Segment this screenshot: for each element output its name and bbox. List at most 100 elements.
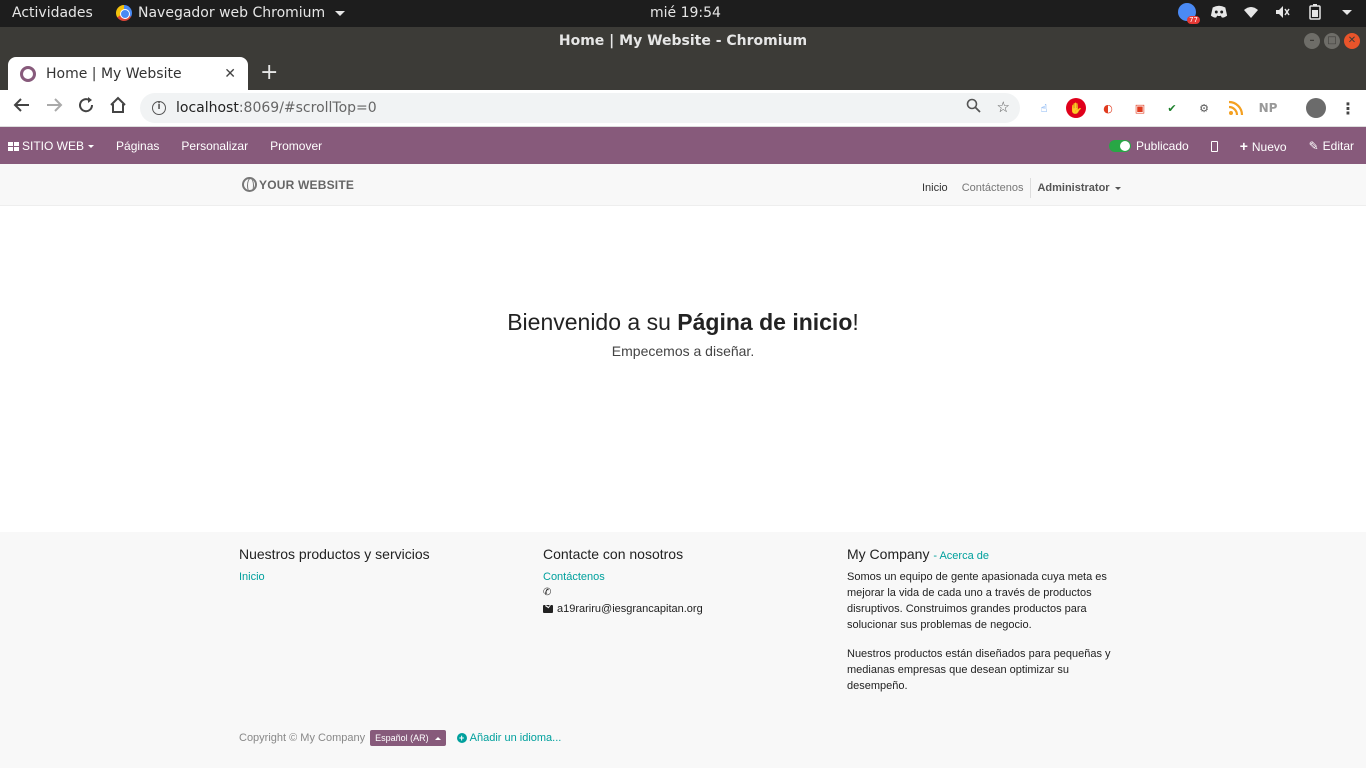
- nav-divider: [1030, 178, 1032, 198]
- edit-button[interactable]: ✎ Editar: [1309, 139, 1354, 153]
- volume-icon[interactable]: [1274, 3, 1292, 21]
- footer-company-title: My Company - Acerca de: [847, 546, 1127, 562]
- publish-toggle[interactable]: Publicado: [1108, 138, 1189, 153]
- system-tray: 77: [1178, 3, 1352, 24]
- app-menu-label: Navegador web Chromium: [138, 5, 326, 21]
- menu-kebab-icon[interactable]: ⋮: [1338, 98, 1358, 118]
- chevron-down-icon[interactable]: [1342, 9, 1352, 15]
- hero-title-post: !: [852, 309, 859, 335]
- activities-button[interactable]: Actividades: [12, 5, 93, 21]
- website-apps-menu[interactable]: SITIO WEB: [8, 139, 95, 153]
- footer-email: a19rariru@iesgrancapitan.org: [543, 601, 823, 617]
- zoom-icon[interactable]: [966, 98, 981, 117]
- mobile-preview-button[interactable]: [1210, 139, 1218, 153]
- footer-link-inicio[interactable]: Inicio: [239, 569, 519, 585]
- about-link[interactable]: - Acerca de: [933, 550, 989, 562]
- envelope-icon: [543, 605, 553, 613]
- plus-icon: +: [1239, 137, 1248, 154]
- clock[interactable]: mié 19:54: [650, 5, 721, 21]
- home-icon[interactable]: [106, 96, 130, 120]
- caret-down-icon: [1114, 186, 1121, 190]
- pencil-icon: ✎: [1308, 138, 1319, 153]
- odoo-favicon-icon: [20, 65, 36, 82]
- np-extension-icon[interactable]: NP: [1258, 98, 1278, 118]
- tab-title: Home | My Website: [46, 65, 182, 82]
- language-selector[interactable]: Español (AR): [370, 730, 446, 746]
- mobile-icon: [1210, 140, 1218, 152]
- promote-menu[interactable]: Promover: [270, 139, 322, 153]
- hero-title-pre: Bienvenido a su: [507, 309, 678, 335]
- nav-item-inicio[interactable]: Inicio: [922, 182, 948, 194]
- language-label: Español (AR): [375, 733, 429, 743]
- close-icon[interactable]: ✕: [1344, 33, 1360, 49]
- battery-icon[interactable]: [1306, 3, 1324, 21]
- toolbar-spacer: [1290, 98, 1294, 118]
- reload-icon[interactable]: [74, 96, 98, 120]
- add-language-label: Añadir un idioma...: [469, 732, 562, 744]
- footer-col-products: Nuestros productos y servicios Inicio: [239, 546, 519, 585]
- company-name: My Company: [847, 546, 930, 562]
- site-logo[interactable]: YOUR WEBSITE: [242, 177, 354, 192]
- company-products-description: Nuestros productos están diseñados para …: [847, 648, 1111, 692]
- app-menu[interactable]: Navegador web Chromium: [116, 5, 346, 21]
- back-icon[interactable]: [10, 96, 34, 120]
- footer-col-contact: Contacte con nosotros Contáctenos ✆ a19r…: [543, 546, 823, 617]
- bookmark-star-icon[interactable]: ☆: [997, 98, 1010, 117]
- touch-extension-icon[interactable]: ☝: [1034, 98, 1054, 118]
- wifi-icon[interactable]: [1242, 3, 1260, 21]
- extension-icon[interactable]: ◐: [1098, 98, 1118, 118]
- stop-extension-icon[interactable]: ✋: [1066, 98, 1086, 118]
- url-path: :8069/#scrollTop=0: [238, 100, 377, 116]
- window-title-bar: Home | My Website - Chromium – □ ✕: [0, 27, 1366, 55]
- footer-contact-title: Contacte con nosotros: [543, 546, 684, 562]
- edit-label: Editar: [1322, 138, 1354, 153]
- info-icon[interactable]: i: [152, 101, 166, 115]
- footer-link-contactenos[interactable]: Contáctenos: [543, 569, 823, 585]
- new-button[interactable]: + Nuevo: [1240, 138, 1287, 154]
- user-name: Administrator: [1037, 182, 1110, 194]
- copyright: Copyright © My Company: [239, 732, 366, 744]
- admin-bar-left: SITIO WEB Páginas Personalizar Promover: [8, 127, 322, 164]
- avatar[interactable]: [1306, 98, 1326, 118]
- minimize-icon[interactable]: –: [1304, 33, 1320, 49]
- hero-title: Bienvenido a su Página de inicio!: [0, 309, 1366, 336]
- chromium-icon: [116, 5, 132, 21]
- caret-down-icon: [88, 144, 95, 148]
- screenshot-extension-icon[interactable]: ▣: [1130, 98, 1150, 118]
- notification-count: 77: [1187, 16, 1200, 24]
- customize-menu[interactable]: Personalizar: [181, 139, 248, 153]
- pages-menu[interactable]: Páginas: [116, 139, 159, 153]
- publish-label: Publicado: [1135, 138, 1189, 153]
- rss-icon[interactable]: [1226, 98, 1246, 118]
- footer-email-text: a19rariru@iesgrancapitan.org: [557, 603, 703, 615]
- site-header: YOUR WEBSITE Inicio Contáctenos Administ…: [0, 164, 1366, 206]
- address-bar[interactable]: i localhost:8069/#scrollTop=0 ☆: [140, 93, 1020, 123]
- website-admin-bar: SITIO WEB Páginas Personalizar Promover …: [0, 127, 1366, 164]
- caret-up-icon: [434, 736, 441, 740]
- browser-toolbar: i localhost:8069/#scrollTop=0 ☆ ☝ ✋ ◐ ▣ …: [0, 90, 1366, 127]
- company-description: Somos un equipo de gente apasionada cuya…: [847, 571, 1107, 631]
- chromium-notification-icon[interactable]: 77: [1178, 3, 1200, 24]
- tab-strip: Home | My Website ✕ +: [0, 55, 1366, 90]
- maximize-icon[interactable]: □: [1324, 33, 1340, 49]
- toggle-switch-icon: [1108, 140, 1131, 153]
- footer-phone: ✆: [543, 585, 823, 601]
- new-label: Nuevo: [1251, 139, 1287, 154]
- discord-icon[interactable]: [1210, 3, 1228, 21]
- omnibox-actions: ☆: [966, 98, 1010, 117]
- checkmark-extension-icon[interactable]: ✔: [1162, 98, 1182, 118]
- admin-bar-right: Publicado + Nuevo ✎ Editar: [1108, 127, 1354, 164]
- nav-item-contactenos[interactable]: Contáctenos: [962, 182, 1024, 194]
- gear-extension-icon[interactable]: ⚙: [1194, 98, 1214, 118]
- hero-subtitle: Empecemos a diseñar.: [611, 343, 755, 359]
- footer-bottom: Copyright © My Company Español (AR) + Aña…: [239, 730, 561, 746]
- add-language-link[interactable]: + Añadir un idioma...: [456, 732, 562, 744]
- hero-section: Bienvenido a su Página de inicio! Empece…: [0, 206, 1366, 532]
- browser-tab[interactable]: Home | My Website ✕: [8, 57, 248, 90]
- tab-close-icon[interactable]: ✕: [224, 66, 236, 82]
- site-nav: Inicio Contáctenos Administrator: [922, 178, 1121, 198]
- forward-icon[interactable]: [42, 96, 66, 120]
- user-menu[interactable]: Administrator: [1037, 182, 1121, 194]
- new-tab-button[interactable]: +: [260, 60, 278, 85]
- url-host: localhost: [176, 100, 239, 116]
